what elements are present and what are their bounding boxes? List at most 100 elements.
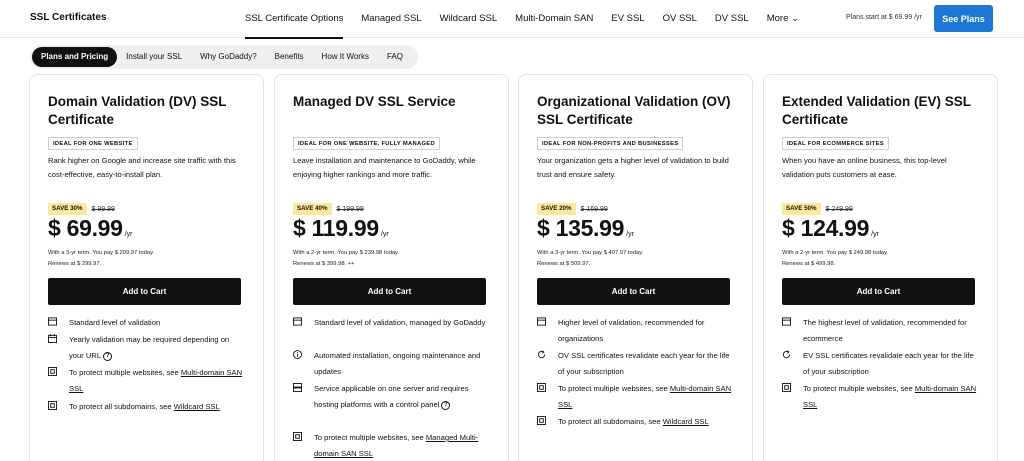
- save-badge: SAVE 20%: [537, 203, 576, 215]
- add-to-cart-button[interactable]: Add to Cart: [293, 278, 486, 305]
- refresh-icon: [537, 350, 546, 359]
- nav-link-managed-ssl[interactable]: Managed SSL: [352, 0, 430, 38]
- nav-links: SSL Certificate Options Managed SSL Wild…: [236, 0, 808, 39]
- top-nav: SSL Certificates SSL Certificate Options…: [0, 0, 1024, 39]
- brand-title[interactable]: SSL Certificates: [30, 12, 107, 23]
- refresh-icon: [782, 350, 791, 359]
- price-period: /yr: [124, 231, 133, 238]
- price-terms: With a 3-yr term. You pay $ 407.97 today…: [537, 248, 733, 269]
- plan-card-dv: Domain Validation (DV) SSL Certificate I…: [29, 74, 264, 461]
- feature-text: Yearly validation may be required depend…: [69, 332, 244, 364]
- feature-text: Standard level of validation: [69, 318, 161, 327]
- renew-text: Renews at $ 399.98. ++: [293, 260, 355, 267]
- plan-description: Leave installation and maintenance to Go…: [293, 156, 476, 179]
- feature-item: To protect multiple websites, see Multi-…: [537, 381, 733, 413]
- feature-item: To protect all subdomains, see Wildcard …: [48, 399, 244, 415]
- add-to-cart-button[interactable]: Add to Cart: [782, 278, 975, 305]
- nav-link-dv-ssl[interactable]: DV SSL: [706, 0, 758, 38]
- plan-description: Rank higher on Google and increase site …: [48, 156, 236, 179]
- tab-install-your-ssl[interactable]: Install your SSL: [117, 47, 191, 67]
- see-plans-button[interactable]: See Plans: [934, 5, 993, 32]
- original-price: $ 199.99: [336, 205, 364, 213]
- price-amount: $ 69.99: [48, 215, 123, 241]
- tab-plans-and-pricing[interactable]: Plans and Pricing: [32, 47, 118, 67]
- price-amount: $ 124.99: [782, 215, 870, 241]
- plan-card-managed-dv: Managed DV SSL Service IDEAL FOR ONE WEB…: [274, 74, 509, 461]
- nav-link-ov-ssl[interactable]: OV SSL: [654, 0, 706, 38]
- tab-how-it-works[interactable]: How It Works: [313, 47, 378, 67]
- tab-benefits[interactable]: Benefits: [266, 47, 313, 67]
- ideal-badge: IDEAL FOR NON-PROFITS AND BUSINESSES: [537, 137, 684, 150]
- feature-item: Yearly validation may be required depend…: [48, 332, 244, 364]
- feature-text-content: Yearly validation may be required depend…: [69, 335, 230, 360]
- savings-row: SAVE 30% $ 99.99: [48, 203, 115, 215]
- feature-text: To protect multiple websites, see Manage…: [314, 430, 489, 461]
- save-badge: SAVE 30%: [48, 203, 87, 215]
- price-period: /yr: [626, 231, 634, 238]
- feature-text: To protect all subdomains, see Wildcard …: [69, 399, 220, 415]
- renew-text: Renews at $ 499.98.: [782, 260, 836, 267]
- feature-text: Standard level of validation, managed by…: [314, 318, 486, 327]
- feature-item: The highest level of validation, recomme…: [782, 315, 978, 347]
- multi-site-icon: [782, 383, 791, 392]
- ideal-badge: IDEAL FOR ONE WEBSITE, FULLY MANAGED: [293, 137, 440, 150]
- plans-start-text: Plans start at $ 69.99 /yr: [846, 14, 922, 21]
- plan-title: Managed DV SSL Service: [293, 94, 456, 109]
- price-terms: With a 2-yr term. You pay $ 249.98 today…: [782, 248, 978, 269]
- feature-item: To protect multiple websites, see Multi-…: [782, 381, 978, 413]
- nav-more-menu[interactable]: More ⌄: [758, 0, 808, 38]
- feature-item: To protect multiple websites, see Manage…: [293, 430, 489, 461]
- plan-description: When you have an online business, this t…: [782, 156, 947, 179]
- renew-text: Renews at $ 509.97.: [537, 260, 591, 267]
- feature-text: To protect multiple websites, see Multi-…: [803, 381, 978, 413]
- tab-why-godaddy[interactable]: Why GoDaddy?: [191, 47, 265, 67]
- nav-link-wildcard-ssl[interactable]: Wildcard SSL: [431, 0, 507, 38]
- add-to-cart-button[interactable]: Add to Cart: [537, 278, 730, 305]
- save-badge: SAVE 40%: [293, 203, 332, 215]
- nav-link-multi-domain-san[interactable]: Multi-Domain SAN: [506, 0, 602, 38]
- wildcard-ssl-link[interactable]: Wildcard SSL: [663, 417, 709, 426]
- plan-title: Domain Validation (DV) SSL Certificate: [48, 94, 227, 127]
- certificate-icon: [293, 317, 302, 326]
- section-tabs: Plans and Pricing Install your SSL Why G…: [30, 45, 418, 69]
- ideal-badge: IDEAL FOR ONE WEBSITE: [48, 137, 138, 150]
- original-price: $ 169.99: [580, 205, 608, 213]
- feature-text-prefix: To protect multiple websites, see: [558, 384, 670, 393]
- price-amount: $ 135.99: [537, 215, 625, 241]
- wildcard-ssl-link[interactable]: Wildcard SSL: [174, 402, 220, 411]
- price-terms: With a 2-yr term. You pay $ 239.98 today…: [293, 248, 489, 269]
- price-period: /yr: [871, 231, 879, 238]
- help-icon[interactable]: ?: [441, 401, 451, 410]
- savings-row: SAVE 20% $ 169.99: [537, 203, 608, 215]
- savings-row: SAVE 50% $ 249.99: [782, 203, 853, 215]
- term-text: With a 2-yr term. You pay $ 249.98 today…: [782, 250, 889, 256]
- add-to-cart-button[interactable]: Add to Cart: [48, 278, 241, 305]
- multi-site-icon: [48, 401, 57, 410]
- certificate-icon: [782, 317, 791, 326]
- feature-text-prefix: To protect all subdomains, see: [558, 417, 663, 426]
- renew-text: Renews at $ 299.97.: [48, 260, 102, 267]
- plan-card-ov: Organizational Validation (OV) SSL Certi…: [518, 74, 753, 461]
- price: $ 135.99 /yr: [537, 215, 634, 242]
- save-badge: SAVE 50%: [782, 203, 821, 215]
- nav-link-ev-ssl[interactable]: EV SSL: [602, 0, 653, 38]
- feature-text: EV SSL certificates revalidate each year…: [803, 351, 974, 376]
- nav-link-ssl-certificate-options[interactable]: SSL Certificate Options: [236, 0, 352, 39]
- price-amount: $ 119.99: [293, 215, 379, 241]
- multi-site-icon: [48, 367, 57, 376]
- feature-item: Automated installation, ongoing maintena…: [293, 348, 489, 380]
- feature-text: To protect multiple websites, see Multi-…: [69, 365, 244, 397]
- nav-more-label: More: [766, 13, 789, 24]
- help-icon[interactable]: ?: [103, 352, 113, 361]
- feature-text-prefix: To protect multiple websites, see: [314, 433, 426, 442]
- tab-faq[interactable]: FAQ: [378, 47, 412, 67]
- plan-card-ev: Extended Validation (EV) SSL Certificate…: [763, 74, 998, 461]
- feature-item: To protect all subdomains, see Wildcard …: [537, 414, 733, 430]
- price-period: /yr: [380, 231, 389, 238]
- feature-text: Higher level of validation, recommended …: [558, 318, 705, 343]
- certificate-icon: [48, 317, 57, 326]
- multi-site-icon: [537, 383, 546, 392]
- price: $ 119.99 /yr: [293, 215, 389, 242]
- feature-text: To protect multiple websites, see Multi-…: [558, 381, 733, 413]
- feature-item: To protect multiple websites, see Multi-…: [48, 365, 244, 397]
